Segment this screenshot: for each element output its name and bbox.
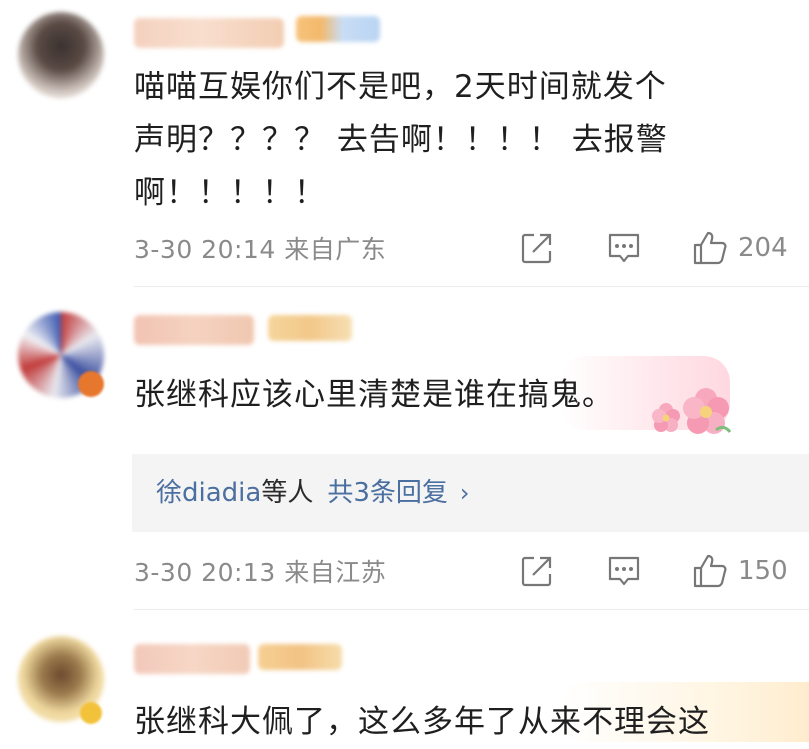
comment-item: 喵喵互娱你们不是吧，2天时间就发个 声明？？？？ 去告啊！！！！ 去报警 啊！！… bbox=[0, 0, 809, 287]
like-icon bbox=[693, 231, 727, 265]
user-badge-icon bbox=[258, 644, 342, 670]
reply-count-link[interactable]: 共3条回复 bbox=[327, 478, 448, 508]
username-blurred[interactable] bbox=[134, 18, 284, 48]
comment-time: 3-30 20:14 bbox=[134, 235, 276, 264]
like-count: 204 bbox=[738, 233, 788, 263]
like-button[interactable]: 150 bbox=[692, 551, 788, 591]
user-badge-icon bbox=[296, 16, 380, 42]
comment-text: 喵喵互娱你们不是吧，2天时间就发个 声明？？？？ 去告啊！！！！ 去报警 啊！！… bbox=[134, 69, 668, 211]
comment-text: 张继科大佩了，这么多年了从来不理会这 bbox=[134, 704, 710, 740]
comment-item: 张继科大佩了，这么多年了从来不理会这 bbox=[0, 610, 809, 742]
reply-users-suffix: 等人 bbox=[261, 478, 314, 508]
share-button[interactable] bbox=[520, 228, 554, 268]
username-blurred[interactable] bbox=[134, 315, 254, 345]
comment-time: 3-30 20:13 bbox=[134, 558, 276, 587]
flower-sticker-icon bbox=[652, 388, 732, 434]
share-icon bbox=[521, 233, 552, 264]
like-count: 150 bbox=[738, 556, 788, 586]
comment-location: 来自广东 bbox=[284, 235, 387, 264]
avatar[interactable] bbox=[18, 12, 104, 98]
comment-icon bbox=[608, 556, 640, 586]
avatar-badge-icon bbox=[80, 702, 102, 724]
user-badge-icon bbox=[268, 315, 352, 341]
comment-icon bbox=[608, 233, 640, 263]
username-blurred[interactable] bbox=[134, 644, 250, 674]
share-icon bbox=[521, 556, 552, 587]
reply-users[interactable]: 徐diadia bbox=[156, 478, 261, 508]
comment-meta: 3-30 20:13 来自江苏 150 bbox=[134, 551, 791, 591]
avatar-badge-icon bbox=[78, 371, 104, 397]
like-icon bbox=[693, 554, 727, 588]
like-button[interactable]: 204 bbox=[692, 228, 788, 268]
comment-meta: 3-30 20:14 来自广东 204 bbox=[134, 228, 791, 268]
comment-item: 张继科应该心里清楚是谁在搞鬼。 徐diadia等人 共3条回复 › 3-30 20:… bbox=[0, 287, 809, 610]
comment-location: 来自江苏 bbox=[284, 558, 387, 587]
comment-button[interactable] bbox=[606, 551, 642, 591]
chevron-right-icon[interactable]: › bbox=[460, 479, 470, 507]
replies-preview[interactable]: 徐diadia等人 共3条回复 › bbox=[132, 454, 809, 532]
comment-button[interactable] bbox=[606, 228, 642, 268]
share-button[interactable] bbox=[520, 551, 554, 591]
